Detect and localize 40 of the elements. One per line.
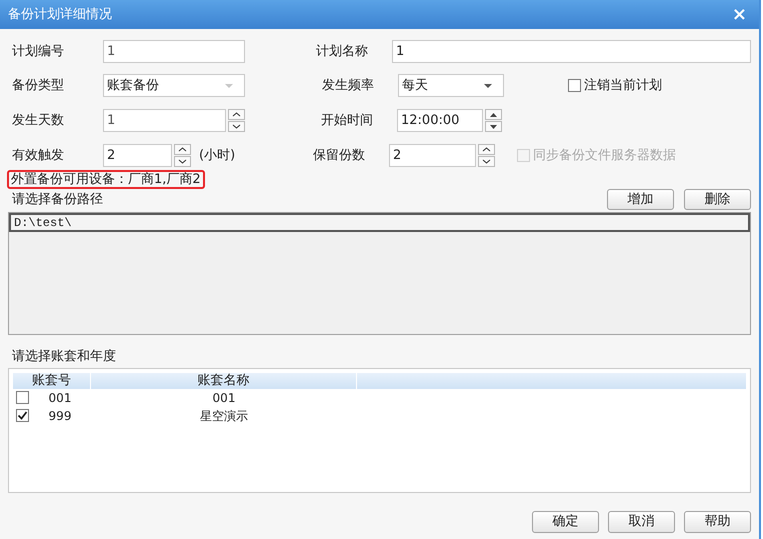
field-label: 开始时间: [320, 112, 374, 130]
cancel-plan-checkbox[interactable]: 注销当前计划: [568, 76, 662, 96]
text-field[interactable]: 12:00:00: [397, 109, 483, 132]
action-button[interactable]: 增加: [607, 189, 674, 210]
table-cell-text: 999: [48, 408, 72, 424]
row-checkbox[interactable]: [16, 409, 29, 422]
text-field[interactable]: 1: [103, 40, 245, 63]
device-note: 外置备份可用设备：厂商1,厂商2: [7, 170, 205, 189]
time-spinner-icon[interactable]: [485, 109, 502, 132]
unit-label: (小时): [199, 146, 236, 165]
table-cell-text: 星空演示: [199, 408, 249, 424]
caret-icon[interactable]: [484, 84, 492, 88]
field-label: 发生频率: [321, 76, 375, 95]
field-label: 计划名称: [315, 42, 369, 61]
table-cell-text: 001: [48, 390, 72, 406]
action-button[interactable]: 删除: [684, 189, 751, 210]
section-label: 请选择备份路径: [11, 190, 103, 209]
text-field[interactable]: 1: [103, 109, 226, 132]
field-label: 发生天数: [11, 112, 65, 130]
field-label: 计划编号: [11, 42, 65, 61]
dialog-button[interactable]: 帮助: [684, 510, 751, 532]
dialog-button[interactable]: 确定: [532, 510, 599, 532]
spinner-icon[interactable]: [174, 144, 191, 167]
path-item[interactable]: D:\test\: [9, 213, 750, 232]
table-cell-text: 001: [212, 390, 236, 406]
dropdown[interactable]: 每天: [398, 74, 504, 97]
text-field[interactable]: 2: [103, 144, 172, 167]
row-checkbox[interactable]: [16, 391, 29, 404]
text-field[interactable]: 1: [392, 40, 751, 63]
spinner-icon[interactable]: [478, 144, 495, 167]
section-label: 请选择账套和年度: [11, 348, 116, 366]
text-field[interactable]: 2: [389, 144, 476, 167]
field-label: 有效触发: [11, 146, 65, 165]
column-header[interactable]: 账套名称: [91, 372, 357, 388]
field-label: 保留份数: [312, 146, 366, 165]
dialog-button[interactable]: 取消: [608, 510, 675, 532]
window-title: 备份计划详细情况: [8, 6, 112, 24]
column-header[interactable]: 账套号: [13, 372, 91, 388]
field-label: 备份类型: [11, 76, 65, 95]
spinner-icon[interactable]: [228, 109, 245, 132]
